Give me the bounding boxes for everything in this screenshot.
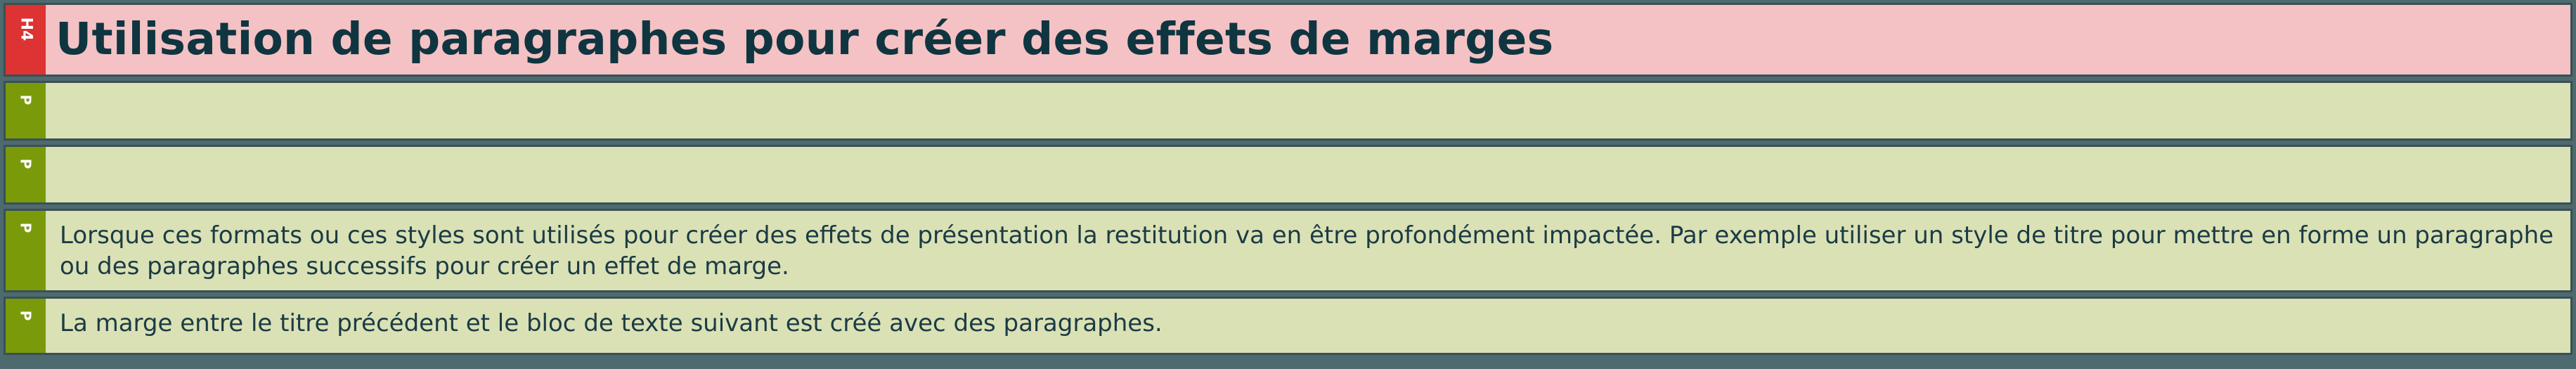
paragraph-text bbox=[46, 83, 2570, 138]
p-tag-badge: P bbox=[6, 299, 46, 353]
p-tag-label: P bbox=[17, 158, 34, 169]
paragraph-block: P bbox=[4, 81, 2572, 141]
paragraph-text: La marge entre le titre précédent et le … bbox=[60, 309, 1163, 337]
paragraph-block: P Lorsque ces formats ou ces styles sont… bbox=[4, 209, 2572, 292]
p-tag-label: P bbox=[17, 310, 34, 321]
h4-tag-label: H4 bbox=[16, 17, 34, 41]
p-tag-badge: P bbox=[6, 147, 46, 202]
p-tag-badge: P bbox=[6, 211, 46, 290]
paragraph-text bbox=[46, 147, 2570, 202]
heading-text: Utilisation de paragraphes pour créer de… bbox=[56, 13, 1554, 65]
p-tag-badge: P bbox=[6, 83, 46, 138]
p-tag-label: P bbox=[17, 222, 34, 233]
document-structure-view: H4 Utilisation de paragraphes pour créer… bbox=[0, 0, 2576, 369]
paragraph-text: Lorsque ces formats ou ces styles sont u… bbox=[60, 221, 2554, 280]
p-tag-label: P bbox=[17, 94, 34, 105]
heading-block: H4 Utilisation de paragraphes pour créer… bbox=[4, 3, 2572, 77]
paragraph-block: P La marge entre le titre précédent et l… bbox=[4, 297, 2572, 355]
h4-tag-badge: H4 bbox=[6, 5, 46, 75]
paragraph-block: P bbox=[4, 145, 2572, 205]
